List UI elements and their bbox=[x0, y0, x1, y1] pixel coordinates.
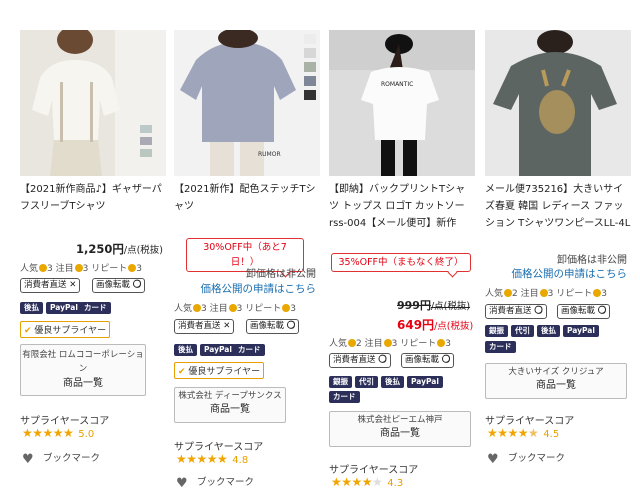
payment-cod: 代引 bbox=[511, 325, 534, 337]
image-reuse-tag: 画像転載 〇 bbox=[246, 319, 300, 334]
direct-ship-tag: 消費者直送 〇 bbox=[485, 304, 547, 319]
supplier-score-stars: ★★★★★ 4.8 bbox=[176, 452, 249, 466]
image-reuse-tag: 画像転載 〇 bbox=[557, 304, 611, 319]
sale-price: 649円/点(税抜) bbox=[397, 318, 474, 332]
product-title[interactable]: メール便735216】大きいサイズ春夏 韓国 レディース ファッション Tシャツ… bbox=[485, 181, 631, 232]
wholesale-hidden: 卸価格は非公開 bbox=[246, 269, 316, 280]
sale-badge: 35%OFF中（まもなく終了） bbox=[331, 253, 471, 272]
popularity-points: 人気 2 注目 3 リピート 3 bbox=[485, 289, 607, 299]
product-list-button[interactable]: 商品一覧 bbox=[175, 402, 285, 417]
popularity-points: 人気 3 注目 3 リピート 3 bbox=[174, 304, 296, 314]
product-card-1: 【2021新作商品♪】ギャザーパフスリーブTシャツ 1,250円/点(税抜) 人… bbox=[20, 0, 166, 487]
product-image[interactable] bbox=[485, 30, 631, 176]
price-request-link[interactable]: 価格公開の申請はこちら bbox=[485, 266, 628, 281]
supplier-score-label: サプライヤースコア bbox=[20, 416, 110, 427]
wholesale-hidden: 卸価格は非公開 bbox=[557, 255, 627, 266]
bookmark-button[interactable]: ♥ ブックマーク bbox=[22, 450, 100, 467]
seller-box[interactable]: 株式会社ピーエム神戸 商品一覧 bbox=[329, 411, 471, 447]
product-list-button[interactable]: 商品一覧 bbox=[21, 376, 145, 391]
payment-atobarai: 後払 bbox=[20, 302, 43, 314]
image-reuse-tag: 画像転載 〇 bbox=[401, 353, 455, 368]
bookmark-button[interactable]: ♥ ブックマーク bbox=[176, 474, 254, 491]
direct-ship-tag: 消費者直送 ✕ bbox=[20, 278, 81, 293]
supplier-score-label: サプライヤースコア bbox=[329, 465, 419, 476]
payment-card: カード bbox=[329, 391, 360, 403]
seller-box[interactable]: 有限会社 ロムココーポレーション 商品一覧 bbox=[20, 344, 146, 396]
heart-icon: ♥ bbox=[22, 452, 34, 467]
payment-paypal: PayPal bbox=[200, 344, 236, 356]
product-card-3: ROMANTIC 【即納】バックプリントTシャツ トップス ロゴT カットソー … bbox=[329, 0, 475, 489]
payment-card: カード bbox=[80, 302, 111, 314]
check-icon: ✔ bbox=[24, 326, 32, 336]
product-card-4: メール便735216】大きいサイズ春夏 韓国 レディース ファッション Tシャツ… bbox=[485, 0, 631, 487]
svg-text:RUMOR: RUMOR bbox=[258, 151, 281, 158]
product-price: 1,250円/点(税抜) bbox=[76, 242, 164, 256]
seller-box[interactable]: 大きいサイズ クリジュア 商品一覧 bbox=[485, 363, 627, 399]
seller-name: 有限会社 ロムココーポレーション bbox=[22, 350, 144, 374]
direct-ship-tag: 消費者直送 ✕ bbox=[174, 319, 235, 334]
payment-atobarai: 後払 bbox=[381, 376, 404, 388]
payment-bank: 銀振 bbox=[329, 376, 352, 388]
product-image[interactable] bbox=[20, 30, 166, 176]
seller-name: 大きいサイズ クリジュア bbox=[508, 367, 604, 377]
premium-supplier-badge: ✔ 優良サプライヤー bbox=[174, 362, 265, 379]
direct-ship-tag: 消費者直送 〇 bbox=[329, 353, 391, 368]
original-price: 999円/点(税抜) bbox=[397, 299, 471, 312]
supplier-score-label: サプライヤースコア bbox=[485, 416, 575, 427]
product-title[interactable]: 【2021新作】配色ステッチTシャツ bbox=[174, 181, 320, 215]
seller-name: 株式会社ピーエム神戸 bbox=[357, 415, 443, 425]
product-list-button[interactable]: 商品一覧 bbox=[330, 426, 470, 441]
popularity-points: 人気 2 注目 3 リピート 3 bbox=[329, 339, 451, 349]
payment-bank: 銀振 bbox=[485, 325, 508, 337]
price-request-link[interactable]: 価格公開の申請はこちら bbox=[174, 281, 317, 296]
seller-name: 株式会社 ディープサンクス bbox=[178, 391, 282, 401]
payment-paypal: PayPal bbox=[563, 325, 599, 337]
check-icon: ✔ bbox=[178, 367, 186, 377]
payment-atobarai: 後払 bbox=[174, 344, 197, 356]
svg-text:ROMANTIC: ROMANTIC bbox=[381, 81, 413, 88]
product-title[interactable]: 【即納】バックプリントTシャツ トップス ロゴT カットソー rss-004【メ… bbox=[329, 181, 475, 232]
image-reuse-tag: 画像転載 〇 bbox=[92, 278, 146, 293]
product-image[interactable]: RUMOR bbox=[174, 30, 320, 176]
bookmark-button[interactable]: ♥ ブックマーク bbox=[487, 450, 565, 467]
payment-card: カード bbox=[485, 341, 516, 353]
supplier-score-label: サプライヤースコア bbox=[174, 442, 264, 453]
product-title[interactable]: 【2021新作商品♪】ギャザーパフスリーブTシャツ bbox=[20, 181, 166, 215]
product-list-button[interactable]: 商品一覧 bbox=[486, 378, 626, 393]
payment-card: カード bbox=[234, 344, 265, 356]
popularity-points: 人気 3 注目 3 リピート 3 bbox=[20, 264, 142, 274]
seller-box[interactable]: 株式会社 ディープサンクス 商品一覧 bbox=[174, 387, 286, 423]
payment-paypal: PayPal bbox=[46, 302, 82, 314]
supplier-score-stars: ★★★★★ 5.0 bbox=[22, 426, 95, 440]
product-card-2: RUMOR 【2021新作】配色ステッチTシャツ 30%OFF中（あと7日！） … bbox=[174, 0, 320, 491]
payment-cod: 代引 bbox=[355, 376, 378, 388]
heart-icon: ♥ bbox=[176, 476, 188, 491]
supplier-score-stars: ★★★★★ 4.5 bbox=[487, 426, 560, 440]
payment-paypal: PayPal bbox=[407, 376, 443, 388]
product-image[interactable]: ROMANTIC bbox=[329, 30, 475, 176]
premium-supplier-badge: ✔ 優良サプライヤー bbox=[20, 321, 111, 338]
heart-icon: ♥ bbox=[487, 452, 499, 467]
payment-atobarai: 後払 bbox=[537, 325, 560, 337]
